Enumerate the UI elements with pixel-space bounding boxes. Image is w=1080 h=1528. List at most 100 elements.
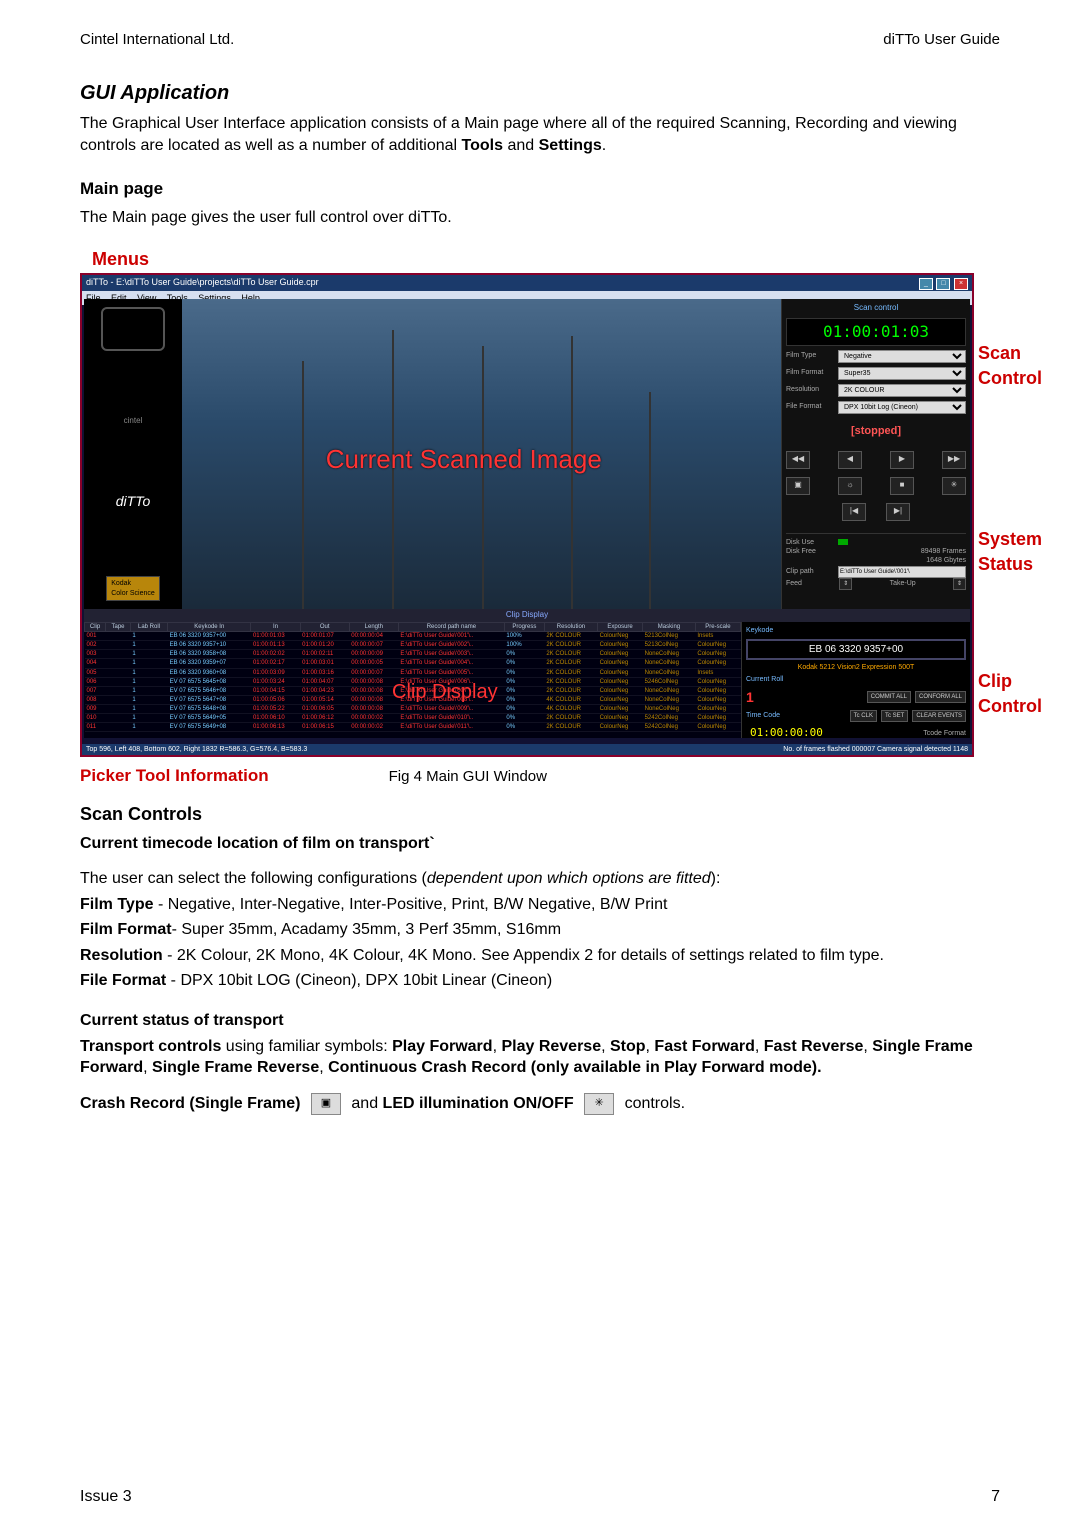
footer-issue: Issue 3 <box>80 1486 132 1508</box>
col-header[interactable]: Exposure <box>598 623 643 632</box>
fast-forward-button[interactable]: ▶▶ <box>942 451 966 469</box>
annotation-system-status: System Status <box>978 527 1042 576</box>
label-film-format: Film Format <box>786 368 834 377</box>
timecode-2: 01:00:00:00 <box>746 725 827 738</box>
gui-window: diTTo - E:\diTTo User Guide\projects\diT… <box>80 273 974 757</box>
titlebar: diTTo - E:\diTTo User Guide\projects\diT… <box>82 275 972 291</box>
feed-stepper[interactable]: ⇕ <box>839 578 852 590</box>
overlay-current-scanned: Current Scanned Image <box>326 442 602 477</box>
maximize-icon[interactable]: □ <box>936 278 950 290</box>
label-film-type: Film Type <box>786 351 834 360</box>
kodak-badge: KodakColor Science <box>106 576 160 601</box>
header-left: Cintel International Ltd. <box>80 30 234 50</box>
film-format-line: Film Format- Super 35mm, Acadamy 35mm, 3… <box>80 919 1000 941</box>
play-reverse-button[interactable]: ◀ <box>838 451 862 469</box>
col-header[interactable]: In <box>251 623 300 632</box>
heading-gui-application: GUI Application <box>80 80 1000 107</box>
label-picker-tool: Picker Tool Information <box>80 765 269 788</box>
film-stock: Kodak 5212 Vision2 Expression 500T <box>746 663 966 672</box>
keykode-header: Keykode <box>746 626 966 635</box>
status-right: No. of frames flashed 000007 Camera sign… <box>783 745 968 754</box>
label-file-format: File Format <box>786 402 834 411</box>
takeup-stepper[interactable]: ⇕ <box>953 578 966 590</box>
figure-caption: Fig 4 Main GUI Window <box>389 767 547 787</box>
subheading-timecode-location: Current timecode location of film on tra… <box>80 833 1000 855</box>
select-film-type[interactable]: Negative <box>838 350 966 363</box>
select-file-format[interactable]: DPX 10bit Log (Cineon) <box>838 401 966 414</box>
intro-paragraph: The Graphical User Interface application… <box>80 113 1000 156</box>
overlay-clip-display: Clip Display <box>392 679 498 706</box>
clear-events-button[interactable]: CLEAR EVENTS <box>912 710 966 722</box>
table-row[interactable]: 0021EB 06 3320 9357+1001:00:01:1301:00:0… <box>85 641 741 650</box>
footer-page: 7 <box>991 1486 1000 1508</box>
select-resolution[interactable]: 2K COLOUR <box>838 384 966 397</box>
minimize-icon[interactable]: _ <box>919 278 933 290</box>
play-forward-button[interactable]: ▶ <box>890 451 914 469</box>
scan-control-panel: Scan control 01:00:01:03 Film Type Negati… <box>781 299 970 609</box>
crash-record-button[interactable]: ▣ <box>786 477 810 495</box>
header-right: diTTo User Guide <box>883 30 1000 50</box>
col-header[interactable]: Masking <box>643 623 696 632</box>
close-icon[interactable]: × <box>954 278 968 290</box>
label-tcode-format: Tcode Format <box>923 729 966 738</box>
table-row[interactable]: 0051EB 06 3320 9360+0801:00:03:0901:00:0… <box>85 668 741 677</box>
commit-all-button[interactable]: COMMIT ALL <box>867 691 911 703</box>
roll-number: 1 <box>746 688 766 707</box>
led-button[interactable]: ☼ <box>838 477 862 495</box>
frame-forward-button[interactable]: ▶| <box>886 503 910 521</box>
col-header[interactable]: Keykode In <box>168 623 251 632</box>
config-paragraph: The user can select the following config… <box>80 868 1000 890</box>
window-title: diTTo - E:\diTTo User Guide\projects\diT… <box>86 276 319 290</box>
keykode-value: EB 06 3320 9357+00 <box>746 639 966 661</box>
table-row[interactable]: 0041EB 06 3320 9359+0701:00:02:1701:00:0… <box>85 659 741 668</box>
select-film-format[interactable]: Super35 <box>838 367 966 380</box>
system-status-panel: Disk Use Disk Free89498 Frames 1648 Gbyt… <box>786 533 966 591</box>
preview-image: Current Scanned Image <box>182 299 781 609</box>
heading-main-page: Main page <box>80 178 1000 201</box>
label-menus: Menus <box>92 247 1000 271</box>
tc-clk-button[interactable]: Tc CLK <box>850 710 877 722</box>
col-header[interactable]: Out <box>300 623 349 632</box>
timecode-display: 01:00:01:03 <box>786 318 966 346</box>
frame-reverse-button[interactable]: |◀ <box>842 503 866 521</box>
col-header[interactable]: Record path name <box>398 623 504 632</box>
cintel-logo <box>101 307 165 351</box>
label-disk-use: Disk Use <box>786 538 834 547</box>
clip-display-header: Clip Display <box>84 609 970 622</box>
table-row[interactable]: 0101EV 07 6575 5649+0501:00:06:1001:00:0… <box>85 714 741 723</box>
label-clip-path: Clip path <box>786 567 834 576</box>
col-header[interactable]: Progress <box>504 623 544 632</box>
left-column: cintel diTTo KodakColor Science <box>84 299 182 609</box>
col-header[interactable]: Lab Roll <box>130 623 167 632</box>
figure-main-gui: Scan Control System Status Clip Control … <box>80 273 1000 757</box>
col-header[interactable]: Length <box>349 623 398 632</box>
col-header[interactable]: Tape <box>106 623 131 632</box>
tc-set-button[interactable]: Tc SET <box>881 710 908 722</box>
crash-record-line: Crash Record (Single Frame) ▣ and LED il… <box>80 1093 1000 1115</box>
clip-path-field[interactable]: E:\diTTo User Guide\'001'\ <box>838 566 966 578</box>
fast-reverse-button[interactable]: ◀◀ <box>786 451 810 469</box>
label-takeup: Take-Up <box>890 579 916 588</box>
film-type-line: Film Type - Negative, Inter-Negative, In… <box>80 894 1000 916</box>
col-header[interactable]: Resolution <box>544 623 597 632</box>
table-row[interactable]: 0111EV 07 6575 5649+0801:00:06:1301:00:0… <box>85 723 741 732</box>
col-header[interactable]: Pre-scale <box>695 623 740 632</box>
file-format-line: File Format - DPX 10bit LOG (Cineon), DP… <box>80 970 1000 992</box>
resolution-line: Resolution - 2K Colour, 2K Mono, 4K Colo… <box>80 945 1000 967</box>
table-row[interactable]: 0031EB 06 3320 9358+0801:00:02:0201:00:0… <box>85 650 741 659</box>
col-header[interactable]: Clip <box>85 623 106 632</box>
disk-use-bar <box>838 539 848 545</box>
annotation-clip-control: Clip Control <box>978 669 1042 718</box>
stop-button[interactable]: ■ <box>890 477 914 495</box>
main-page-paragraph: The Main page gives the user full contro… <box>80 207 1000 229</box>
scan-control-header: Scan control <box>786 303 966 314</box>
transport-controls-paragraph: Transport controls using familiar symbol… <box>80 1036 1000 1079</box>
heading-scan-controls: Scan Controls <box>80 802 1000 826</box>
conform-all-button[interactable]: CONFORM ALL <box>915 691 966 703</box>
transport-status: [stopped] <box>786 424 966 439</box>
led-toggle-button[interactable]: ✳ <box>942 477 966 495</box>
table-row[interactable]: 0011EB 06 3320 9357+0001:00:01:0301:00:0… <box>85 632 741 641</box>
crash-record-icon: ▣ <box>311 1093 341 1115</box>
label-feed: Feed <box>786 579 802 588</box>
subheading-transport-status: Current status of transport <box>80 1010 1000 1032</box>
